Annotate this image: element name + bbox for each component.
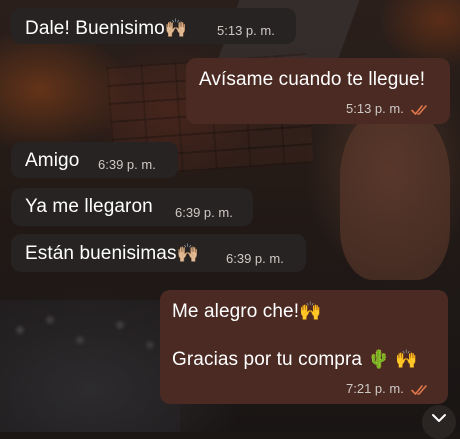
message-text: Dale! Buenisimo (25, 18, 165, 39)
raising-hands-emoji: 🙌🏼 (164, 18, 188, 38)
message-bubble-incoming[interactable]: Dale! Buenisimo🙌🏼 5:13 p. m. (11, 8, 296, 44)
message-timestamp: 6:39 p. m. (226, 251, 284, 266)
message-text: Avísame cuando te llegue! (199, 69, 426, 90)
message-timestamp: 5:13 p. m. (217, 23, 275, 38)
raising-hands-emoji: 🙌 (299, 301, 322, 321)
message-bubble-incoming[interactable]: Están buenisimas🙌🏼 6:39 p. m. (11, 234, 306, 272)
wallpaper-crowd (0, 300, 180, 432)
wallpaper-figure (340, 110, 450, 280)
message-timestamp: 6:39 p. m. (98, 157, 156, 172)
message-text: Me alegro che! (172, 301, 300, 322)
message-timestamp: 6:39 p. m. (175, 205, 233, 220)
raising-hands-emoji: 🙌🏼 (176, 243, 200, 263)
message-bubble-incoming[interactable]: Amigo 6:39 p. m. (11, 142, 178, 178)
double-check-icon (411, 104, 428, 115)
message-bubble-incoming[interactable]: Ya me llegaron 6:39 p. m. (11, 188, 253, 226)
cactus-raising-hands-emoji: 🌵 🙌 (367, 349, 418, 369)
message-text: Gracias por tu compra (172, 349, 363, 370)
message-text: Amigo (25, 150, 80, 171)
message-timestamp: 7:21 p. m. (346, 381, 404, 396)
message-text: Están buenisimas (25, 243, 177, 264)
message-timestamp: 5:13 p. m. (346, 101, 404, 116)
scroll-to-bottom-button[interactable] (422, 405, 456, 439)
message-text: Ya me llegaron (25, 196, 153, 217)
message-bubble-outgoing[interactable]: Avísame cuando te llegue! 5:13 p. m. (186, 58, 450, 124)
chevron-down-icon (432, 414, 446, 422)
double-check-icon (411, 384, 428, 395)
message-bubble-outgoing[interactable]: Me alegro che!🙌 Gracias por tu compra 🌵 … (160, 290, 448, 404)
